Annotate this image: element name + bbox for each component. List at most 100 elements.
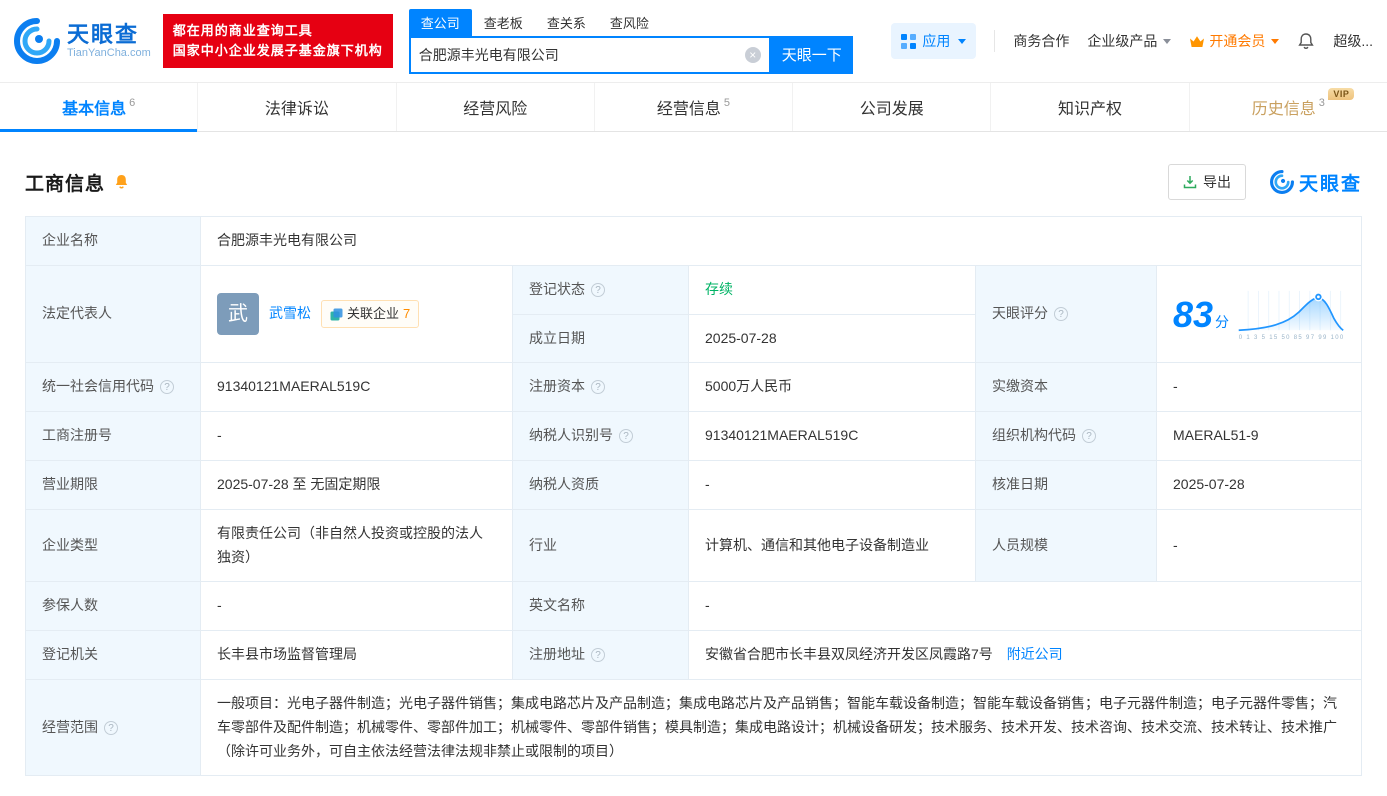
search-tab-company[interactable]: 查公司 [408,8,472,36]
watermark-brand[interactable]: 天眼查 [1270,169,1362,196]
tab-label: 公司发展 [859,101,924,118]
reg-address-value: 安徽省合肥市长丰县双凤经济开发区凤霞路7号 [705,646,993,663]
tab-label: 法律诉讼 [264,101,329,118]
english-name-value: - [688,581,1362,632]
help-icon[interactable] [160,380,174,395]
search-input[interactable] [418,46,745,63]
credit-code-label: 统一社会信用代码 [25,362,201,413]
enterprise-products-label: 企业级产品 [1087,33,1158,49]
nav-super-vip[interactable]: 超级... [1333,31,1373,51]
tab-operation-info[interactable]: 经营信息 5 [593,83,792,131]
logo-brand: 天眼查 [67,21,140,47]
crown-icon [1190,35,1205,47]
reg-number-value: - [200,411,513,461]
taxpayer-quality-value: - [688,459,976,510]
legal-rep-label: 法定代表人 [25,264,201,364]
search-tab-relation[interactable]: 查关系 [535,9,598,36]
company-type-label: 企业类型 [25,508,201,583]
apps-menu-button[interactable]: 应用 [891,23,977,59]
section-title: 工商信息 [25,173,106,195]
section-head: 工商信息 导出 天眼查 [25,164,1362,200]
nav-open-vip[interactable]: 开通会员 [1189,31,1280,51]
org-code-label: 组织机构代码 [975,411,1157,461]
approval-date-value: 2025-07-28 [1156,459,1362,510]
industry-label: 行业 [512,508,689,583]
score-label: 天眼评分 [975,264,1157,364]
business-info-table: 企业名称 合肥源丰光电有限公司 法定代表人 武 武雪松 关联企业 7 登记状态?… [25,216,1362,777]
tab-operation-risk[interactable]: 经营风险 [395,83,594,131]
top-nav: 应用 商务合作 企业级产品 开通会员 超级... [865,23,1373,59]
help-icon[interactable] [104,720,118,735]
nav-enterprise-products[interactable]: 企业级产品 [1087,31,1172,51]
tab-label: 经营风险 [463,101,528,118]
export-button[interactable]: 导出 [1167,164,1246,200]
notification-bell-icon[interactable] [1297,32,1315,51]
paid-capital-value: - [1156,362,1362,413]
help-icon[interactable] [591,648,605,663]
search-box [408,35,771,74]
taxpayer-quality-label: 纳税人资质 [512,459,689,510]
business-term-label: 营业期限 [25,459,201,510]
help-icon[interactable] [1082,429,1096,444]
insured-count-value: - [200,581,513,632]
help-icon[interactable] [619,429,633,444]
table-row: 企业名称 合肥源丰光电有限公司 [25,216,1362,266]
score-distribution-chart: 0 1 3 5 15 50 85 97 99 100 [1238,290,1344,341]
tab-intellectual-property[interactable]: 知识产权 [990,83,1188,131]
reg-capital-label: 注册资本 [512,362,689,413]
tab-company-development[interactable]: 公司发展 [792,83,990,131]
reg-authority-value: 长丰县市场监督管理局 [200,630,513,680]
business-scope-label: 经营范围 [25,678,201,777]
score-unit: 分 [1215,313,1230,330]
approval-date-label: 核准日期 [975,459,1157,510]
nearby-companies-link[interactable]: 附近公司 [1007,646,1063,662]
related-companies-icon [330,308,343,321]
score-axis-labels: 0 1 3 5 15 50 85 97 99 100 [1239,335,1344,341]
nav-business-cooperation[interactable]: 商务合作 [1013,31,1069,51]
search-tab-boss[interactable]: 查老板 [472,9,535,36]
tab-legal-litigation[interactable]: 法律诉讼 [197,83,395,131]
help-icon[interactable] [591,282,605,297]
site-logo[interactable]: 天眼查 TianYanCha.com [14,18,151,64]
legal-rep-avatar[interactable]: 武 [217,293,259,336]
promo-badge: 都在用的商业查询工具 国家中小企业发展子基金旗下机构 [162,13,393,69]
score-value: 83 [1173,293,1214,335]
tab-label: 基本信息 [62,101,127,118]
clear-search-icon[interactable] [744,46,761,63]
search-tabs: 查公司 查老板 查关系 查风险 [408,8,853,36]
reg-status-value: 存续 [688,264,976,315]
org-code-value: MAERAL51-9 [1156,411,1362,461]
reg-number-label: 工商注册号 [25,411,201,461]
company-type-value: 有限责任公司（非自然人投资或控股的法人独资） [200,508,513,583]
tab-label: 历史信息 [1251,101,1316,118]
tab-label: 知识产权 [1058,101,1123,118]
vip-badge: VIP [1328,88,1355,100]
search-block: 查公司 查老板 查关系 查风险 天眼一下 [408,8,853,74]
reg-capital-value: 5000万人民币 [688,362,976,413]
legal-rep-cell: 武 武雪松 关联企业 7 [200,264,513,364]
score-cell[interactable]: 83 分 0 1 3 5 15 50 85 97 99 100 [1156,264,1362,364]
tab-basic-info[interactable]: 基本信息 6 [0,83,198,132]
table-row: 经营范围 一般项目：光电子器件制造；光电子器件销售；集成电路芯片及产品制造；集成… [25,678,1362,777]
related-companies-count: 7 [403,306,411,322]
search-tab-risk[interactable]: 查风险 [598,9,661,36]
table-row: 法定代表人 武 武雪松 关联企业 7 登记状态? 存续 天眼评分? 83 分 0… [25,264,1362,364]
related-companies-badge[interactable]: 关联企业 7 [321,300,420,329]
open-vip-label: 开通会员 [1209,33,1266,49]
subscribe-bell-icon[interactable] [113,173,130,191]
help-icon[interactable] [1054,307,1068,322]
tab-label: 经营信息 [656,101,721,118]
staff-size-label: 人员规模 [975,508,1157,583]
tab-history-info[interactable]: VIP 历史信息 3 [1188,83,1387,131]
business-term-value: 2025-07-28 至 无固定期限 [200,459,513,510]
apps-label: 应用 [922,33,951,49]
logo-domain: TianYanCha.com [67,47,151,60]
reg-address-cell: 安徽省合肥市长丰县双凤经济开发区凤霞路7号 附近公司 [688,630,1362,680]
search-button[interactable]: 天眼一下 [770,35,853,74]
table-row: 企业类型 有限责任公司（非自然人投资或控股的法人独资） 行业 计算机、通信和其他… [25,508,1362,583]
related-companies-label: 关联企业 [347,306,400,322]
tab-count: 6 [129,97,136,109]
legal-rep-link[interactable]: 武雪松 [269,302,311,326]
establish-date-value: 2025-07-28 [688,313,976,364]
help-icon[interactable] [591,380,605,395]
